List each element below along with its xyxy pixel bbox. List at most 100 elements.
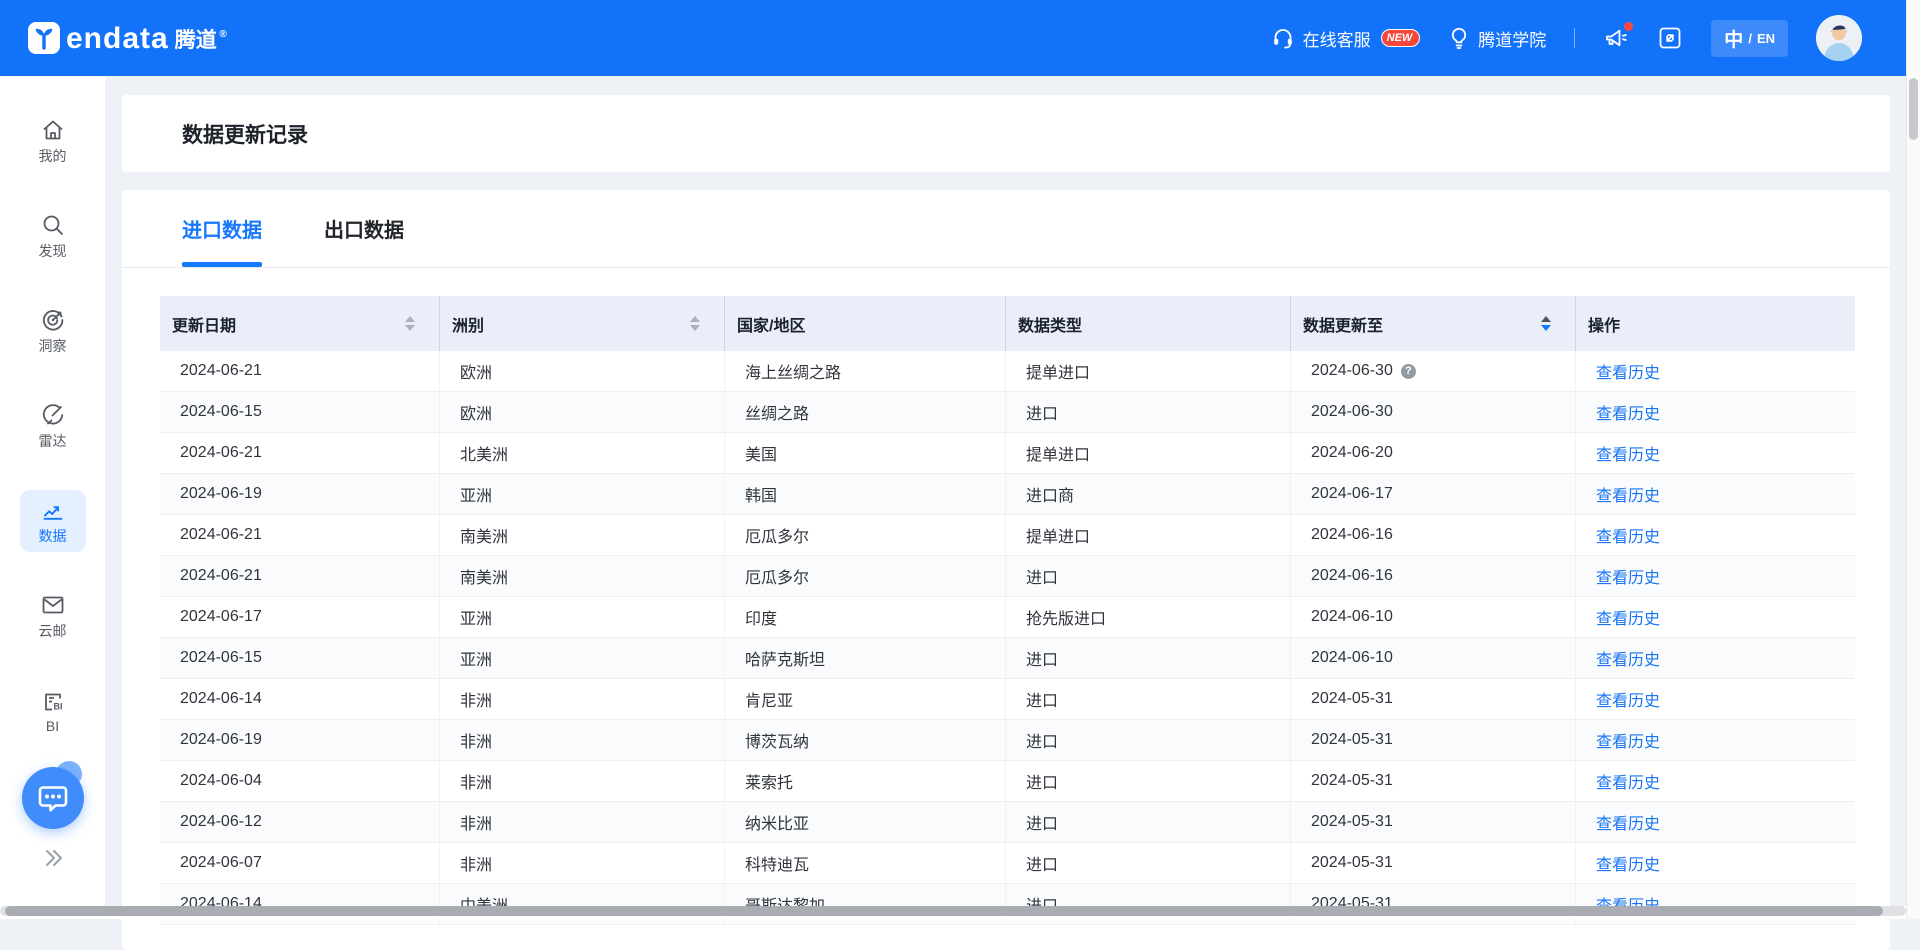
view-history-link[interactable]: 查看历史 [1596,687,1660,711]
registered-mark: ® [219,22,226,48]
cell-continent: 欧洲 [439,351,724,391]
view-history-link[interactable]: 查看历史 [1596,441,1660,465]
sidebar-item-mine[interactable]: 我的 [20,110,86,172]
tendata-logo[interactable]: endata 腾道® [28,22,227,54]
sidebar-item-discover[interactable]: 发现 [20,205,86,267]
sort-desc-icon[interactable] [690,325,700,331]
announcements-button[interactable] [1603,25,1629,51]
collapse-sidebar-button[interactable] [40,847,66,869]
new-badge: NEW [1381,29,1421,47]
sort-asc-icon[interactable] [690,316,700,322]
cell-data-type: 提单进口 [1005,351,1290,391]
cell-updated-to: 2024-06-17 [1290,474,1575,514]
cell-data-type: 进口 [1005,679,1290,719]
column-header-update-date: 更新日期 [160,296,439,351]
table-row: 2024-06-12 非洲 纳米比亚 进口 2024-05-31 查看历史 [160,802,1855,843]
cell-country: 博茨瓦纳 [724,720,1005,760]
language-toggle[interactable]: 中 / EN [1711,20,1788,57]
cell-continent: 北美洲 [439,433,724,473]
view-history-link[interactable]: 查看历史 [1596,523,1660,547]
cell-data-type: 提单进口 [1005,515,1290,555]
view-history-link[interactable]: 查看历史 [1596,564,1660,588]
cell-country: 纳米比亚 [724,802,1005,842]
cell-action: 查看历史 [1575,556,1855,596]
cell-country: 韩国 [724,474,1005,514]
sort-control[interactable] [690,316,700,331]
svg-text:BI: BI [53,701,62,711]
cell-data-type: 进口 [1005,638,1290,678]
cell-action: 查看历史 [1575,433,1855,473]
sort-asc-icon[interactable] [405,316,415,322]
sort-desc-icon[interactable] [405,325,415,331]
vertical-scrollbar-thumb[interactable] [1909,78,1918,140]
view-history-link[interactable]: 查看历史 [1596,810,1660,834]
chat-fab-button[interactable] [22,767,84,829]
table-row: 2024-06-07 非洲 科特迪瓦 进口 2024-05-31 查看历史 [160,843,1855,884]
cell-update-date: 2024-06-21 [160,351,439,391]
view-history-link[interactable]: 查看历史 [1596,359,1660,383]
headset-icon [1271,26,1295,50]
logo-text-latin: endata [66,24,169,54]
view-history-link[interactable]: 查看历史 [1596,605,1660,629]
home-icon [40,117,66,143]
view-history-link[interactable]: 查看历史 [1596,646,1660,670]
sidebar-item-insight[interactable]: 洞察 [20,300,86,362]
view-history-link[interactable]: 查看历史 [1596,728,1660,752]
column-header-country: 国家/地区 [724,296,1005,351]
sort-asc-icon[interactable] [1541,316,1551,322]
vertical-scrollbar[interactable] [1906,0,1920,919]
help-icon[interactable]: ? [1401,364,1416,379]
cell-continent: 亚洲 [439,474,724,514]
cell-country: 海上丝绸之路 [724,351,1005,391]
cell-country: 科特迪瓦 [724,843,1005,883]
cell-action: 查看历史 [1575,679,1855,719]
topbar-divider [1574,28,1575,48]
horizontal-scrollbar-thumb[interactable] [5,906,1883,916]
table-row: 2024-06-04 非洲 莱索托 进口 2024-05-31 查看历史 [160,761,1855,802]
academy-button[interactable]: 腾道学院 [1448,26,1546,51]
bi-icon: BI [40,689,66,715]
cell-updated-to: 2024-06-30? [1290,351,1575,391]
cell-update-date: 2024-06-21 [160,515,439,555]
view-history-link[interactable]: 查看历史 [1596,482,1660,506]
lang-separator: / [1748,31,1752,46]
cell-continent: 亚洲 [439,638,724,678]
view-history-link[interactable]: 查看历史 [1596,400,1660,424]
tab-export-data[interactable]: 出口数据 [324,190,404,267]
cell-continent: 欧洲 [439,392,724,432]
sidebar-item-bi[interactable]: BI BI [20,680,86,742]
table-row: 2024-06-19 非洲 博茨瓦纳 进口 2024-05-31 查看历史 [160,720,1855,761]
data-card: 进口数据 出口数据 更新日期 洲别 [122,190,1890,950]
online-service-button[interactable]: 在线客服 NEW [1271,26,1421,51]
horizontal-scrollbar[interactable] [0,906,1906,919]
table-row: 2024-06-15 亚洲 哈萨克斯坦 进口 2024-06-10 查看历史 [160,638,1855,679]
sidebar-item-label: 数据 [39,526,67,546]
sort-desc-icon[interactable] [1541,325,1551,331]
cell-action: 查看历史 [1575,515,1855,555]
radar-icon [40,402,66,428]
cell-data-type: 进口商 [1005,474,1290,514]
cell-update-date: 2024-06-04 [160,761,439,801]
search-icon [40,212,66,238]
sort-control[interactable] [405,316,415,331]
fullscreen-button[interactable] [1657,25,1683,51]
online-service-label: 在线客服 [1303,26,1371,51]
logo-text-cn: 腾道® [175,28,227,54]
main-content: 数据更新记录 进口数据 出口数据 更新日期 洲别 [105,76,1920,919]
cell-updated-to: 2024-05-31 [1290,720,1575,760]
cell-action: 查看历史 [1575,351,1855,391]
cell-updated-to: 2024-06-16 [1290,556,1575,596]
sidebar-item-data[interactable]: 数据 [20,490,86,552]
cell-data-type: 进口 [1005,392,1290,432]
view-history-link[interactable]: 查看历史 [1596,769,1660,793]
tab-import-data[interactable]: 进口数据 [182,190,262,267]
cell-action: 查看历史 [1575,761,1855,801]
cell-updated-to: 2024-06-10 [1290,638,1575,678]
sidebar-item-cloudmail[interactable]: 云邮 [20,585,86,647]
sidebar-item-radar[interactable]: 雷达 [20,395,86,457]
table-row: 2024-06-21 南美洲 厄瓜多尔 提单进口 2024-06-16 查看历史 [160,515,1855,556]
sidebar-item-label: 我的 [39,146,67,166]
user-avatar[interactable] [1816,15,1862,61]
view-history-link[interactable]: 查看历史 [1596,851,1660,875]
sort-control[interactable] [1541,316,1551,331]
